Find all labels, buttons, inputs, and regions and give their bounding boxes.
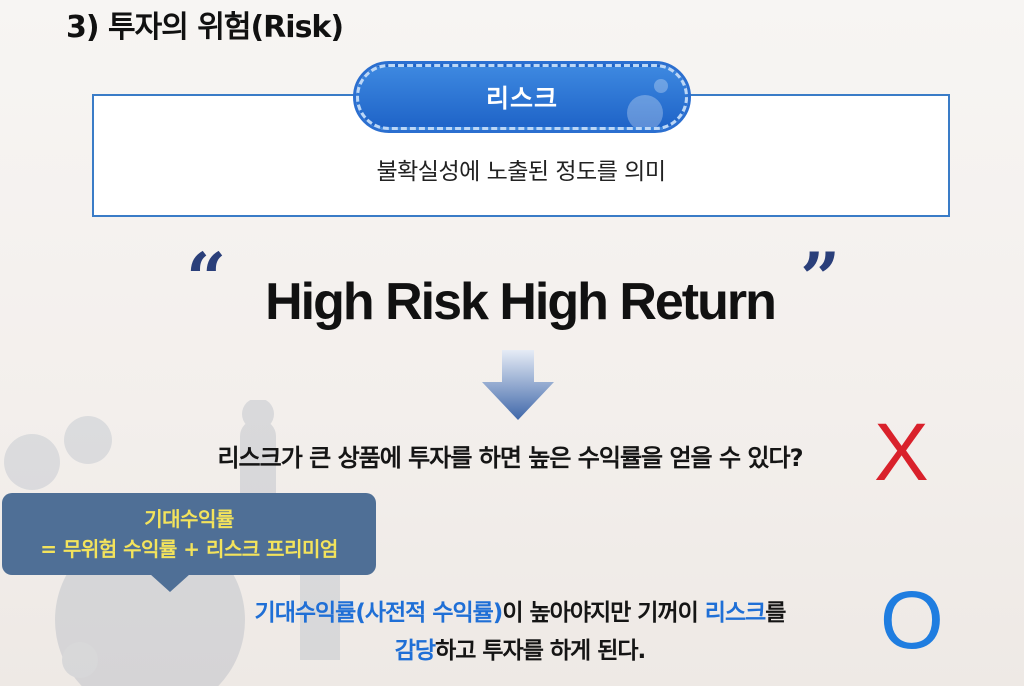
definition-label: 리스크 bbox=[485, 84, 558, 113]
question-text: 리스크가 큰 상품에 투자를 하면 높은 수익률을 얻을 수 있다? bbox=[217, 444, 803, 472]
wrong-mark-icon: X bbox=[874, 407, 929, 498]
section-heading: 3) 투자의 위험(Risk) bbox=[66, 10, 344, 45]
callout-tail bbox=[150, 574, 190, 592]
bubble-decoration bbox=[654, 79, 668, 93]
formula-callout: 기대수익률 = 무위험 수익률 + 리스크 프리미엄 bbox=[2, 493, 376, 575]
answer-highlight-bear: 감당 bbox=[394, 638, 436, 664]
bubble-decoration bbox=[627, 95, 663, 127]
down-arrow-icon bbox=[482, 350, 554, 420]
answer-segment: 이 높아야지만 기꺼이 bbox=[502, 600, 705, 626]
right-mark-icon: O bbox=[880, 575, 944, 666]
answer-highlight-expected-return: 기대수익률(사전적 수익률) bbox=[254, 600, 504, 626]
headline: High Risk High Return bbox=[265, 273, 777, 331]
answer-text: 기대수익률(사전적 수익률)이 높아야지만 기꺼이 리스크를 감당하고 투자를 … bbox=[180, 594, 860, 670]
answer-segment: 하고 투자를 하게 된다. bbox=[435, 638, 646, 664]
answer-highlight-risk: 리스크 bbox=[704, 600, 766, 626]
callout-line-2: = 무위험 수익률 + 리스크 프리미엄 bbox=[40, 537, 338, 561]
definition-label-pill: 리스크 bbox=[353, 61, 691, 133]
answer-segment: 를 bbox=[765, 600, 786, 626]
definition-text: 불확실성에 노출된 정도를 의미 bbox=[376, 159, 666, 185]
callout-line-1: 기대수익률 bbox=[144, 507, 234, 531]
